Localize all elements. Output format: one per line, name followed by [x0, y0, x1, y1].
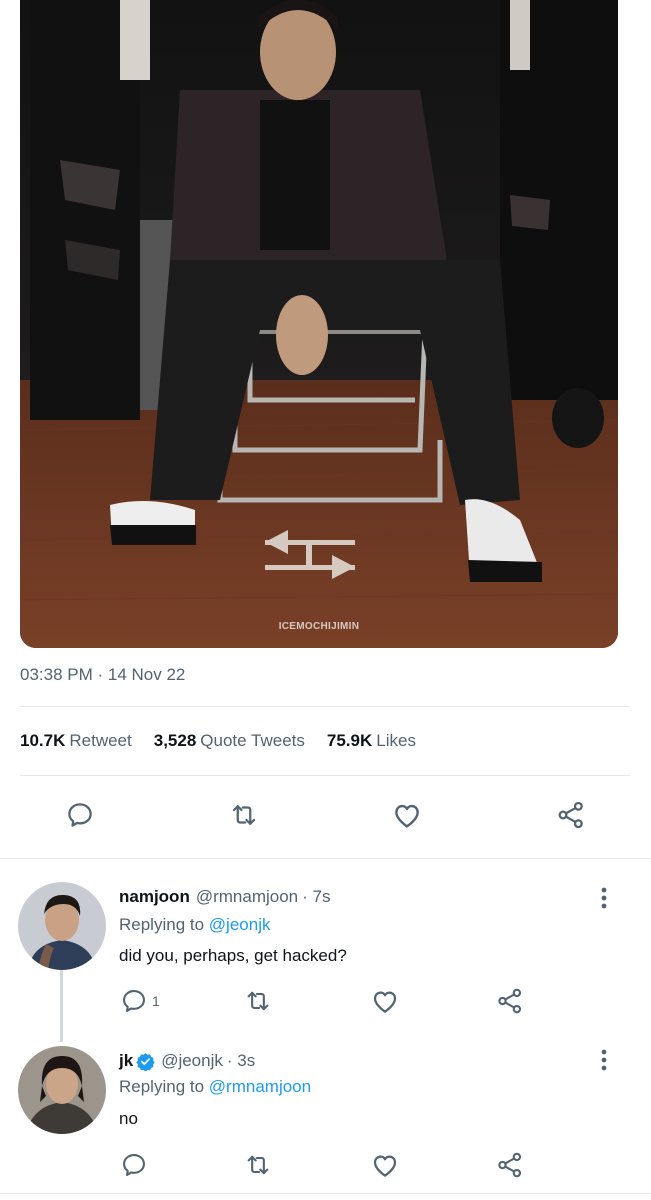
reply-header: jk @jeonjk · 3s — [119, 1051, 255, 1071]
reply-icon — [123, 1154, 145, 1176]
reply-count: 1 — [152, 993, 160, 1009]
share-button[interactable] — [495, 1150, 525, 1180]
reply-button[interactable]: 1 — [120, 986, 160, 1016]
likes-count-stat[interactable]: 75.9K Likes — [327, 731, 416, 751]
retweet-count: 10.7K — [20, 731, 66, 750]
share-icon — [498, 988, 522, 1014]
replying-to-mention[interactable]: @jeonjk — [209, 915, 271, 934]
more-icon — [601, 1049, 607, 1071]
reply-button[interactable] — [120, 1150, 148, 1180]
like-button[interactable] — [370, 986, 400, 1016]
media-watermark: ICEMOCHIJIMIN — [278, 621, 360, 632]
reply-text: did you, perhaps, get hacked? — [119, 946, 347, 965]
share-icon — [558, 801, 583, 829]
reply-author-name[interactable]: namjoon — [119, 887, 190, 907]
more-options-button[interactable] — [594, 886, 614, 910]
quote-label: Quote Tweets — [200, 731, 305, 750]
share-button[interactable] — [495, 986, 525, 1016]
retweet-icon — [247, 1155, 269, 1175]
dance-photo — [20, 0, 618, 648]
divider — [0, 1193, 651, 1194]
retweet-icon — [232, 805, 256, 825]
tweet-actions — [0, 795, 651, 841]
like-button[interactable] — [387, 795, 427, 835]
replying-to-line: Replying to @jeonjk — [119, 915, 270, 935]
reply-icon — [68, 803, 92, 827]
retweet-button[interactable] — [244, 986, 272, 1016]
reply-time[interactable]: · 3s — [227, 1051, 255, 1071]
reply-author-handle[interactable]: @rmnamjoon — [196, 887, 298, 907]
quote-count: 3,528 — [153, 731, 197, 750]
reply-text: no — [119, 1109, 138, 1128]
retweet-button[interactable] — [244, 1150, 272, 1180]
share-button[interactable] — [551, 795, 591, 835]
replying-to-prefix: Replying to — [119, 915, 205, 934]
more-options-button[interactable] — [594, 1048, 614, 1072]
share-icon — [498, 1152, 522, 1178]
replying-to-mention[interactable]: @rmnamjoon — [209, 1077, 311, 1096]
verified-badge-icon — [136, 1052, 155, 1071]
retweet-count-stat[interactable]: 10.7K Retweet — [20, 731, 132, 751]
divider — [20, 775, 630, 776]
reply-tweet[interactable]: jk @jeonjk · 3s Replying to @rmnamjoon n… — [0, 1040, 651, 1195]
replying-to-line: Replying to @rmnamjoon — [119, 1077, 311, 1097]
divider — [20, 706, 630, 707]
tweet-media-image[interactable]: ICEMOCHIJIMIN — [20, 0, 618, 648]
tweet-timestamp[interactable]: 03:38 PM · 14 Nov 22 — [20, 665, 185, 685]
like-icon — [373, 991, 397, 1013]
quote-count-stat[interactable]: 3,528 Quote Tweets — [154, 731, 305, 751]
reply-icon — [123, 990, 145, 1012]
reply-button[interactable] — [60, 795, 100, 835]
retweet-button[interactable] — [224, 795, 264, 835]
avatar[interactable] — [18, 1046, 106, 1134]
replying-to-prefix: Replying to — [119, 1077, 205, 1096]
tweet-stats: 10.7K Retweet 3,528 Quote Tweets 75.9K Like… — [20, 731, 438, 751]
avatar[interactable] — [18, 882, 106, 970]
retweet-icon — [247, 991, 269, 1011]
reply-author-handle[interactable]: @jeonjk — [161, 1051, 223, 1071]
reply-actions — [0, 1150, 651, 1186]
avatar-image-namjoon — [18, 882, 106, 970]
reply-time[interactable]: · 7s — [302, 887, 330, 907]
reply-header: namjoon @rmnamjoon · 7s — [119, 887, 330, 907]
likes-count: 75.9K — [326, 731, 373, 750]
avatar-image-jk — [18, 1046, 106, 1134]
more-icon — [601, 887, 607, 909]
like-button[interactable] — [370, 1150, 400, 1180]
like-icon — [373, 1155, 397, 1177]
retweet-label: Retweet — [69, 731, 132, 750]
reply-tweet[interactable]: namjoon @rmnamjoon · 7s Replying to @jeo… — [0, 858, 651, 1042]
reply-actions: 1 — [0, 986, 651, 1022]
reply-author-name[interactable]: jk — [119, 1051, 133, 1071]
like-icon — [395, 804, 419, 828]
likes-label: Likes — [376, 731, 416, 750]
